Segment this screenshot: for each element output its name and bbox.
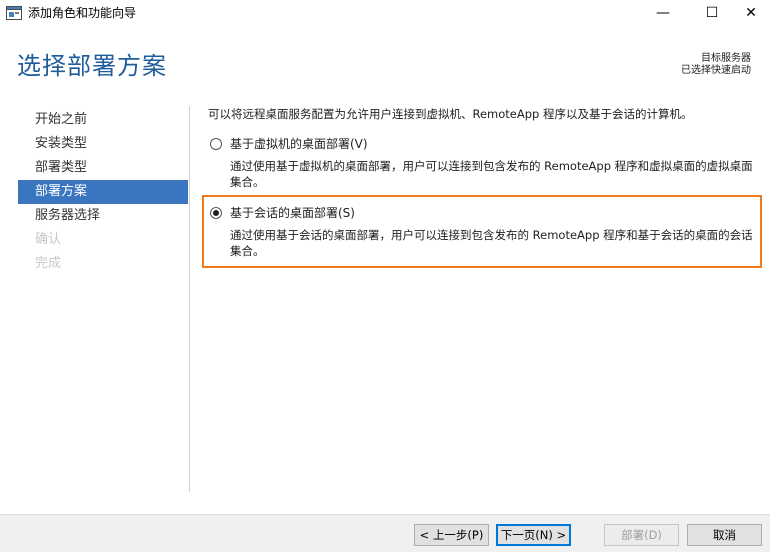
server-manager-icon	[6, 6, 22, 20]
close-button[interactable]: ✕	[728, 0, 770, 26]
nav-item-deployment-type[interactable]: 部署类型	[18, 156, 188, 180]
page-title: 选择部署方案	[17, 52, 167, 80]
cancel-button[interactable]: 取消	[687, 524, 762, 546]
wizard-nav: 开始之前 安装类型 部署类型 部署方案 服务器选择 确认 完成	[18, 108, 188, 276]
window-title: 添加角色和功能向导	[28, 6, 137, 20]
nav-item-installation-type[interactable]: 安装类型	[18, 132, 188, 156]
selection-highlight	[202, 195, 762, 268]
destination-server-info: 目标服务器 已选择快速启动	[681, 53, 751, 77]
nav-item-server-selection[interactable]: 服务器选择	[18, 204, 188, 228]
maximize-icon: ☐	[705, 5, 719, 21]
previous-button[interactable]: < 上一步(P)	[414, 524, 489, 546]
minimize-icon: —	[656, 5, 670, 21]
nav-item-confirmation: 确认	[35, 232, 62, 247]
nav-item-deployment-scenario[interactable]: 部署方案	[18, 180, 188, 204]
minimize-button[interactable]: —	[640, 0, 686, 26]
vm-based-label[interactable]: 基于虚拟机的桌面部署(V)	[230, 136, 368, 152]
deploy-button: 部署(D)	[604, 524, 679, 546]
nav-item-before-you-begin[interactable]: 开始之前	[18, 108, 188, 132]
title-bar: 添加角色和功能向导 — ☐ ✕	[0, 0, 770, 28]
destination-server-value: 已选择快速启动	[681, 65, 751, 76]
close-icon: ✕	[745, 5, 757, 21]
next-button[interactable]: 下一页(N) >	[496, 524, 571, 546]
destination-server-label: 目标服务器	[701, 53, 751, 64]
intro-text: 可以将远程桌面服务配置为允许用户连接到虚拟机、RemoteApp 程序以及基于会…	[208, 107, 693, 121]
nav-item-completion: 完成	[35, 256, 62, 271]
vm-based-description: 通过使用基于虚拟机的桌面部署，用户可以连接到包含发布的 RemoteApp 程序…	[230, 159, 753, 189]
vm-based-radio[interactable]	[210, 138, 222, 150]
nav-divider	[189, 106, 190, 492]
